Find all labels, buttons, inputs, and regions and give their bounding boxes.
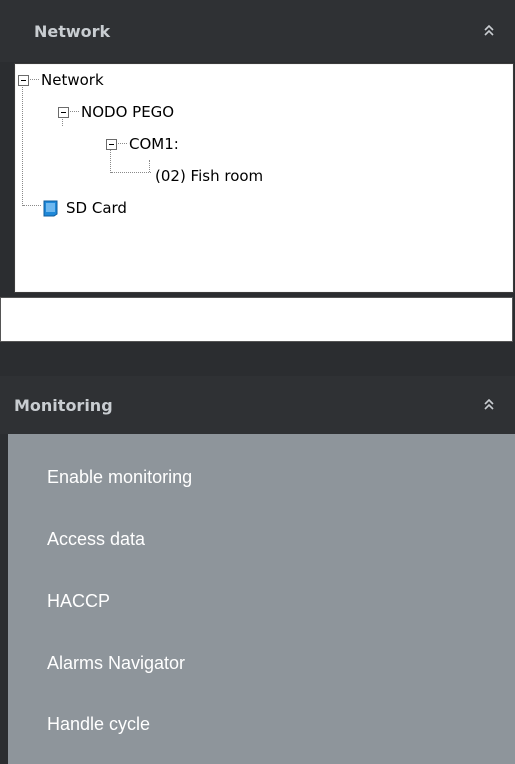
monitoring-section-header[interactable]: Monitoring [0,376,515,434]
monitoring-menu: Enable monitoring Access data HACCP Alar… [8,434,515,764]
tree-connector [22,80,24,206]
network-section-header[interactable]: Network [0,0,515,62]
tree-node-label: NODO PEGO [81,103,175,121]
sd-card-icon [43,200,58,216]
tree-connector [23,205,41,207]
side-panel: Network Network NODO PEGO COM1: (02) Fis… [0,0,515,764]
collapse-toggle-icon[interactable] [106,138,117,150]
network-filter-input[interactable] [0,297,513,342]
tree-node-label: SD Card [66,199,127,217]
tree-node-sd-card[interactable]: SD Card [43,196,127,220]
collapse-toggle-icon[interactable] [58,106,69,118]
tree-node-network[interactable]: Network [18,68,104,92]
tree-node-label: Network [41,71,104,89]
monitoring-section-title: Monitoring [14,395,113,415]
menu-item-handle-cycle[interactable]: Handle cycle [47,710,150,738]
menu-item-enable-monitoring[interactable]: Enable monitoring [47,463,192,491]
tree-node-label: (02) Fish room [155,167,264,185]
network-section-title: Network [34,21,111,41]
menu-item-alarms-navigator[interactable]: Alarms Navigator [47,649,185,677]
tree-connector [149,160,151,172]
double-chevron-up-icon[interactable] [481,397,497,413]
network-tree[interactable]: Network NODO PEGO COM1: (02) Fish room S… [14,63,514,293]
tree-connector [111,172,151,174]
menu-item-access-data[interactable]: Access data [47,525,145,553]
tree-node-nodo-pego[interactable]: NODO PEGO [58,100,174,124]
tree-node-label: COM1: [129,135,179,153]
menu-item-haccp[interactable]: HACCP [47,587,110,615]
double-chevron-up-icon[interactable] [481,23,497,39]
collapse-toggle-icon[interactable] [18,74,29,86]
tree-node-fish-room[interactable]: (02) Fish room [155,164,263,188]
tree-node-com1[interactable]: COM1: [106,132,179,156]
